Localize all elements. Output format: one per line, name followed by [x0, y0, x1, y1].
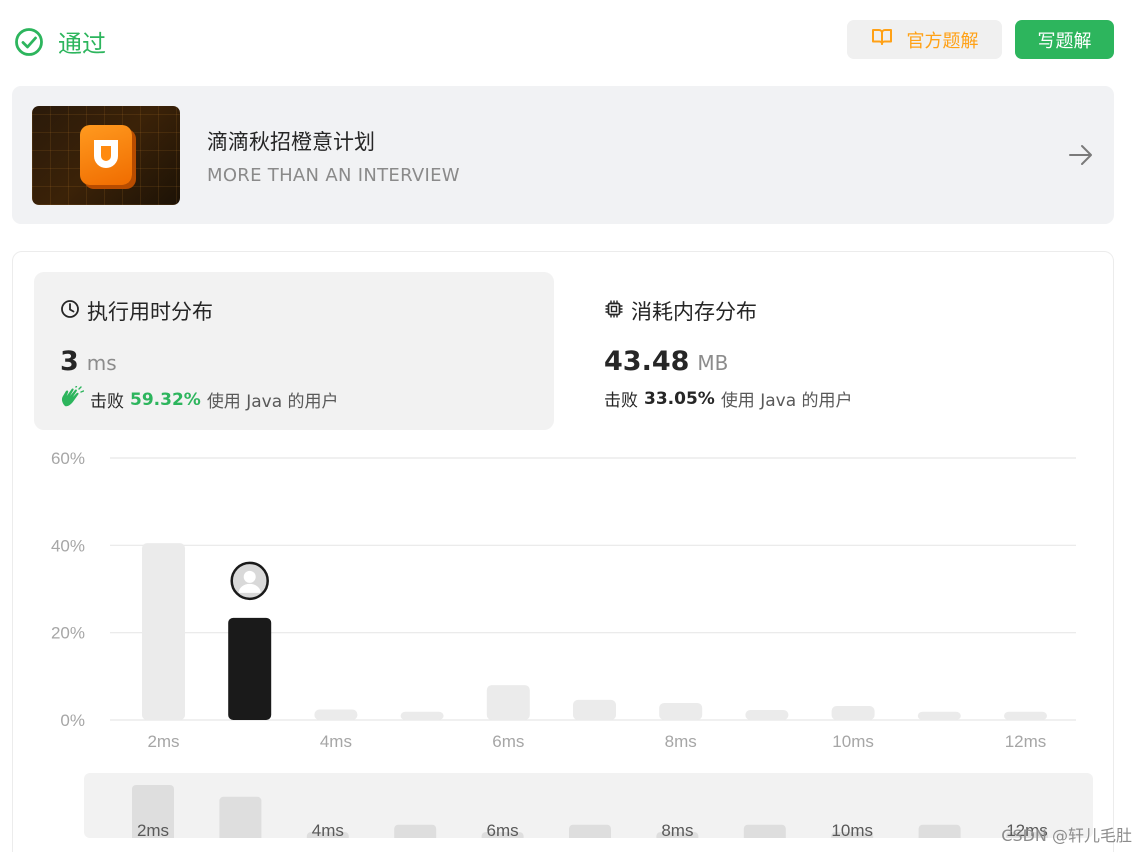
overview-tick-label: 10ms [831, 821, 873, 838]
overview-bar [743, 824, 786, 838]
x-tick-label: 8ms [665, 732, 697, 751]
overview-bar [219, 796, 262, 838]
runtime-distribution-chart[interactable]: 60% 40% 20% 0% 2ms 4ms 6ms 8ms 10ms 12ms [0, 0, 1146, 770]
overview-tick-label: 8ms [661, 821, 693, 838]
bar[interactable] [400, 711, 444, 720]
bar[interactable] [142, 543, 185, 720]
y-tick-label: 60% [51, 449, 85, 468]
x-tick-label: 2ms [147, 732, 179, 751]
x-tick-label: 6ms [492, 732, 524, 751]
bar[interactable] [659, 702, 703, 720]
bar[interactable] [1004, 711, 1047, 720]
overview-chart: 2ms 4ms 6ms 8ms 10ms 12ms [132, 785, 1048, 838]
overview-bar [569, 824, 611, 838]
bar[interactable] [917, 711, 961, 720]
user-avatar-icon [230, 561, 269, 601]
y-tick-label: 40% [51, 536, 85, 555]
overview-tick-label: 6ms [487, 821, 519, 838]
overview-tick-label: 2ms [137, 821, 169, 838]
bar-current-submission[interactable] [228, 617, 272, 720]
bar[interactable] [573, 699, 616, 720]
bar[interactable] [486, 685, 530, 720]
watermark: CSDN @轩儿毛肚 [1001, 826, 1132, 845]
x-tick-label: 4ms [320, 732, 352, 751]
bar[interactable] [831, 706, 875, 720]
x-tick-label: 12ms [1005, 732, 1047, 751]
overview-tick-label: 4ms [312, 821, 344, 838]
chart-overview-strip[interactable]: 2ms 4ms 6ms 8ms 10ms 12ms [84, 773, 1093, 838]
y-tick-label: 20% [51, 624, 85, 643]
y-tick-label: 0% [60, 711, 85, 730]
overview-bar [918, 824, 961, 838]
bar[interactable] [314, 709, 358, 720]
x-tick-label: 10ms [832, 732, 874, 751]
bar[interactable] [745, 709, 789, 720]
overview-bar [394, 824, 437, 838]
